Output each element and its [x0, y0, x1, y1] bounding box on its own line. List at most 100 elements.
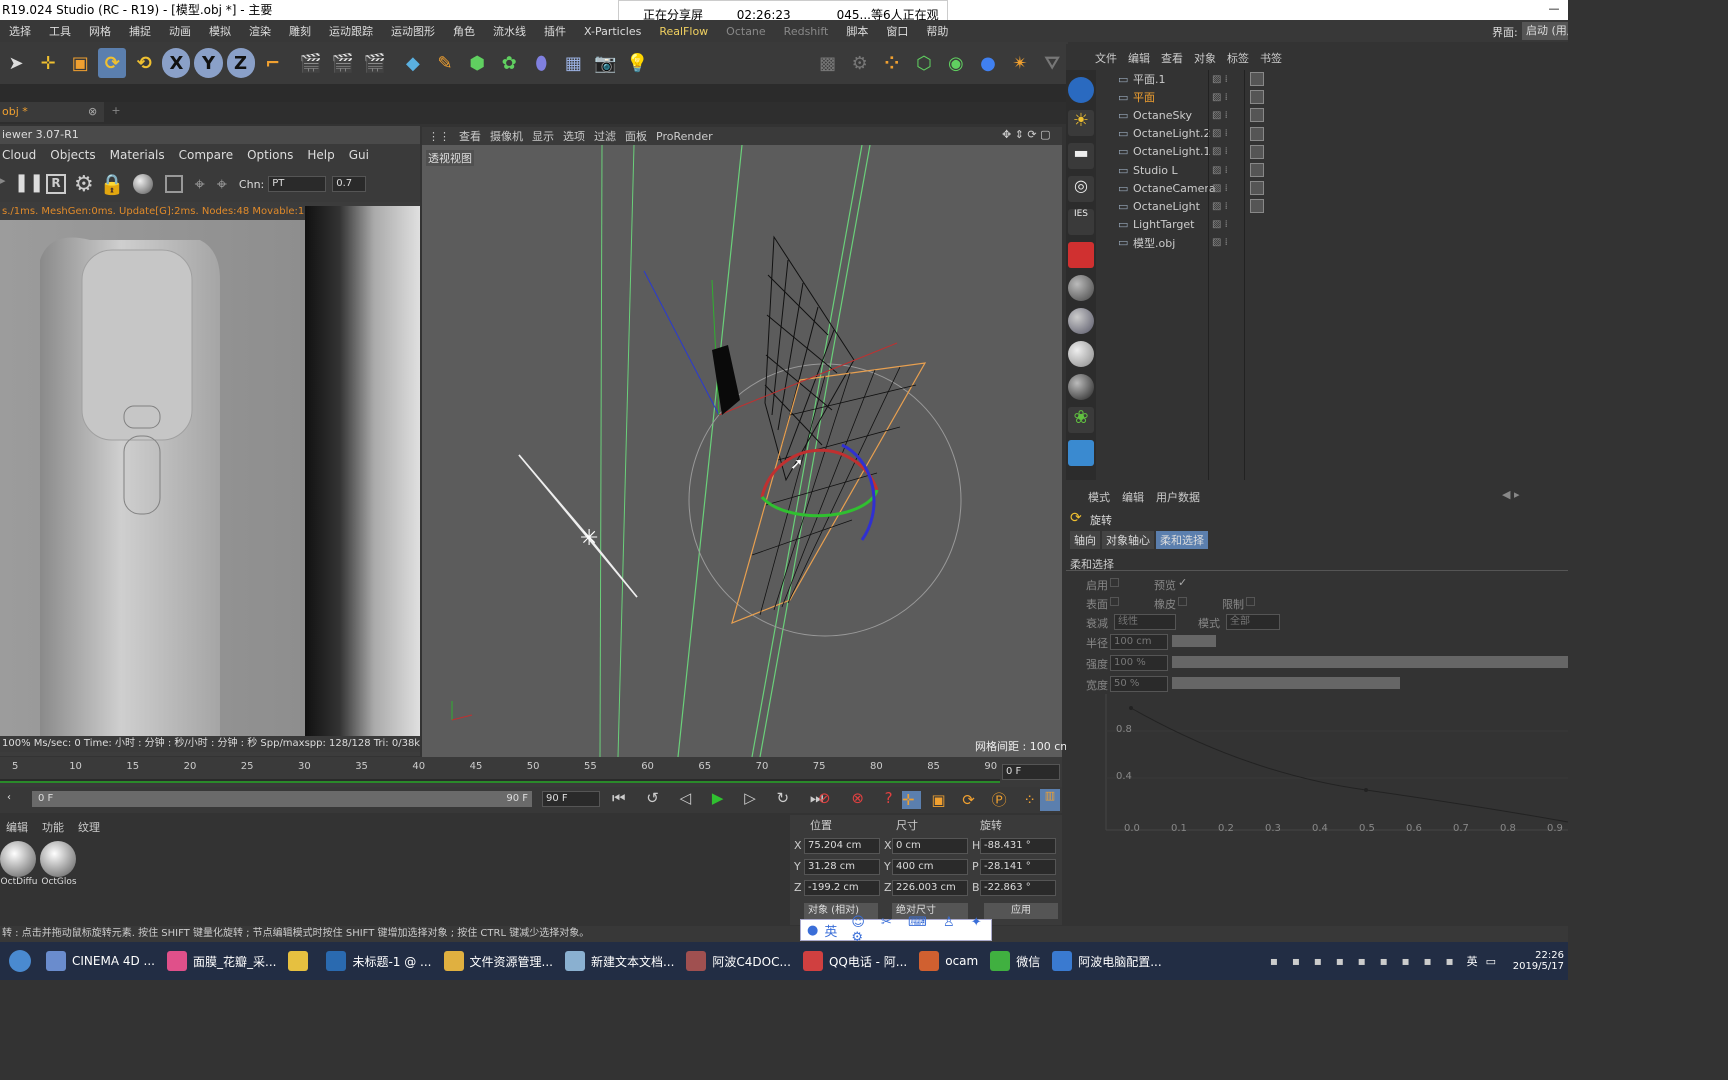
- octane-camera-icon[interactable]: [1068, 242, 1094, 268]
- taskbar-item[interactable]: CINEMA 4D ...: [40, 943, 161, 979]
- workplane-icon[interactable]: ✴: [1006, 48, 1034, 78]
- record-icons[interactable]: ⊘ ⊗ ?: [818, 789, 901, 807]
- move-icon[interactable]: ✛: [34, 48, 62, 78]
- visibility-toggle-icon[interactable]: ▨ ⁞: [1212, 92, 1228, 103]
- mode-select[interactable]: 全部: [1226, 614, 1280, 630]
- rotation-field[interactable]: -28.141 °: [980, 859, 1056, 875]
- x-axis-icon[interactable]: X: [162, 48, 191, 78]
- size-field[interactable]: 226.003 cm: [892, 880, 968, 896]
- visibility-toggle-icon[interactable]: ▨ ⁞: [1212, 146, 1228, 157]
- visibility-toggle-icon[interactable]: ▨ ⁞: [1212, 201, 1228, 212]
- object-menu-item[interactable]: 标签: [1227, 50, 1249, 66]
- range-start-field[interactable]: ‹: [4, 791, 16, 807]
- mode-texture-icon[interactable]: ⚙: [846, 48, 874, 78]
- object-row[interactable]: ▭ OctaneLight.1 ▨ ⁞: [1100, 143, 1568, 161]
- object-menu-item[interactable]: 对象: [1194, 50, 1216, 66]
- object-row[interactable]: ▭ 平面 ▨ ⁞: [1100, 88, 1568, 106]
- subdivision-icon[interactable]: ⬢: [463, 48, 491, 78]
- menu-item[interactable]: 渲染: [249, 23, 271, 39]
- back-arrow-icon[interactable]: ◀ ▸: [1502, 488, 1519, 501]
- material-sphere-icon[interactable]: [132, 174, 153, 194]
- menu-item[interactable]: RealFlow: [659, 25, 708, 38]
- new-tab-icon[interactable]: +: [108, 104, 124, 120]
- rubber-checkbox[interactable]: [1178, 597, 1187, 606]
- end-frame-field[interactable]: 90 F: [542, 791, 600, 807]
- material-swatch[interactable]: OctGlos: [40, 841, 78, 887]
- material-menu-item[interactable]: 纹理: [78, 819, 100, 835]
- transport-icons[interactable]: ⏮ ↺ ◁ ▶ ▷ ↻ ⏭: [612, 789, 831, 807]
- object-tag-icon[interactable]: [1250, 144, 1264, 159]
- taskbar-item[interactable]: 阿波C4DOC...: [680, 943, 797, 979]
- rotation-field[interactable]: -22.863 °: [980, 880, 1056, 896]
- visibility-toggle-icon[interactable]: ▨ ⁞: [1212, 219, 1228, 230]
- object-tag-icon[interactable]: [1250, 181, 1264, 196]
- falloff-select[interactable]: 线性: [1114, 614, 1176, 630]
- strength-slider[interactable]: [1172, 656, 1568, 668]
- taskbar-item[interactable]: 文件资源管理...: [438, 943, 559, 979]
- material-swatch[interactable]: OctDiffu: [0, 841, 38, 887]
- limit-checkbox[interactable]: [1246, 597, 1255, 606]
- octane-settings-icon[interactable]: [1068, 77, 1094, 103]
- visibility-toggle-icon[interactable]: ▨ ⁞: [1212, 183, 1228, 194]
- object-row[interactable]: ▭ OctaneCamera ▨ ⁞: [1100, 179, 1568, 197]
- viewport-menu-item[interactable]: 选项: [563, 128, 585, 144]
- render-settings-icon[interactable]: 🎬: [361, 48, 389, 78]
- width-slider[interactable]: [1172, 677, 1400, 689]
- position-field[interactable]: 75.204 cm: [804, 838, 880, 854]
- mode-model-icon[interactable]: ▩: [814, 48, 842, 78]
- octane-target-icon[interactable]: ◎: [1068, 176, 1094, 202]
- octane-arealight-icon[interactable]: ▬: [1068, 143, 1094, 169]
- apply-button[interactable]: 应用: [984, 903, 1058, 919]
- play-icon[interactable]: ▸: [0, 174, 14, 194]
- channel-select[interactable]: PT: [268, 176, 327, 192]
- visibility-toggle-icon[interactable]: ▨ ⁞: [1212, 110, 1228, 121]
- mode-edges-icon[interactable]: ⬡: [910, 48, 938, 78]
- render-picture-icon[interactable]: 🎬: [329, 48, 357, 78]
- mode-polygons-icon[interactable]: ◉: [942, 48, 970, 78]
- viewport-menu-item[interactable]: 面板: [625, 128, 647, 144]
- object-name[interactable]: Studio L: [1133, 164, 1178, 177]
- visibility-toggle-icon[interactable]: ▨ ⁞: [1212, 165, 1228, 176]
- menu-item[interactable]: 动画: [169, 23, 191, 39]
- object-name[interactable]: LightTarget: [1133, 218, 1194, 231]
- array-icon[interactable]: ✿: [495, 48, 523, 78]
- menu-item[interactable]: 模拟: [209, 23, 231, 39]
- live-viewer-menu-item[interactable]: Help: [307, 148, 334, 162]
- object-tag-icon[interactable]: [1250, 199, 1264, 214]
- taskbar-item[interactable]: 新建文本文档...: [559, 943, 680, 979]
- viewport-menu-item[interactable]: 查看: [459, 128, 481, 144]
- render-view-icon[interactable]: 🎬: [297, 48, 325, 78]
- locked-workplane-icon[interactable]: ⛛: [1038, 48, 1066, 78]
- object-menu-item[interactable]: 编辑: [1128, 50, 1150, 66]
- octane-material-1-icon[interactable]: [1068, 275, 1094, 301]
- viewport-nav-icons[interactable]: ✥ ⇕ ⟳ ▢: [1002, 128, 1051, 141]
- start-icon[interactable]: [0, 942, 40, 980]
- size-field[interactable]: 0 cm: [892, 838, 968, 854]
- enable-checkbox[interactable]: [1110, 578, 1119, 587]
- range-slider[interactable]: 0 F 90 F: [32, 791, 532, 807]
- object-tag-icon[interactable]: [1250, 163, 1264, 177]
- tray-icons[interactable]: ▪ ▪ ▪ ▪ ▪ ▪ ▪ ▪ ▪: [1270, 954, 1459, 968]
- current-frame-field[interactable]: 0 F: [1002, 764, 1060, 780]
- menu-item[interactable]: 帮助: [926, 23, 948, 39]
- attribute-menu-item[interactable]: 模式: [1088, 489, 1110, 505]
- viewport-menu-item[interactable]: 显示: [532, 128, 554, 144]
- focus-pin-icon[interactable]: ⌖: [195, 174, 205, 195]
- rotation-field[interactable]: -88.431 °: [980, 838, 1056, 854]
- object-name[interactable]: OctaneLight.1: [1133, 145, 1210, 158]
- viewport-menu-item[interactable]: 摄像机: [490, 128, 523, 144]
- preview-checkbox[interactable]: ✓: [1178, 576, 1187, 589]
- size-field[interactable]: 400 cm: [892, 859, 968, 875]
- key-mode-icons[interactable]: ✛ ▣ ⟳ Ⓟ ⁘: [902, 789, 1042, 810]
- object-row[interactable]: ▭ LightTarget ▨ ⁞: [1100, 216, 1568, 234]
- octane-material-2-icon[interactable]: [1068, 308, 1094, 334]
- menu-item[interactable]: 窗口: [886, 23, 908, 39]
- z-axis-icon[interactable]: Z: [226, 48, 255, 78]
- menu-item[interactable]: 捕捉: [129, 23, 151, 39]
- visibility-toggle-icon[interactable]: ▨ ⁞: [1212, 74, 1228, 85]
- object-tag-icon[interactable]: [1250, 90, 1264, 105]
- object-name[interactable]: 平面.1: [1133, 71, 1166, 87]
- position-field[interactable]: 31.28 cm: [804, 859, 880, 875]
- menu-item[interactable]: Redshift: [784, 25, 829, 38]
- object-row[interactable]: ▭ 平面.1 ▨ ⁞: [1100, 70, 1568, 88]
